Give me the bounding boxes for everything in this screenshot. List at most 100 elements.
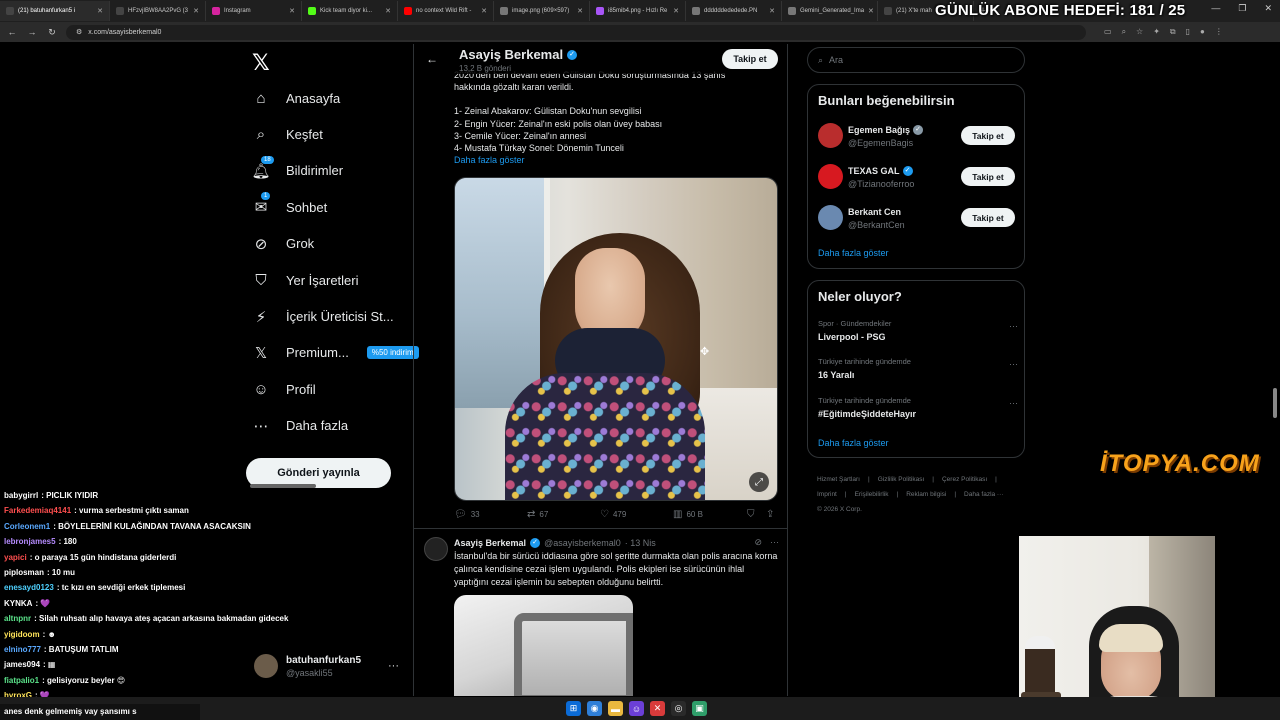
x-premium-icon: 𝕏 xyxy=(254,344,268,362)
zoom-icon[interactable]: ⌕ xyxy=(1122,27,1126,37)
nav-item-creator-studio[interactable]: ⚡ İçerik Üreticisi St... xyxy=(250,298,419,334)
nav-item-home[interactable]: ⌂ Anasayfa xyxy=(250,80,419,116)
nav-item-grok[interactable]: ⊘ Grok xyxy=(250,226,419,262)
close-icon[interactable]: ✕ xyxy=(769,7,775,15)
show-more-link[interactable]: Daha fazla göster xyxy=(818,248,889,258)
tweet-image[interactable] xyxy=(454,595,633,696)
retweet-button[interactable]: ⇄ 67 xyxy=(527,509,548,520)
close-icon[interactable]: ✕ xyxy=(289,7,295,15)
bell-icon: 🔔︎ 18 xyxy=(250,155,274,180)
show-more-link[interactable]: Daha fazla göster xyxy=(818,438,889,448)
extension-icon[interactable]: ✦ xyxy=(1153,27,1160,37)
trends-card: Neler oluyor? Spor · Gündemdekiler Liver… xyxy=(807,280,1025,458)
close-icon[interactable]: ✕ xyxy=(577,7,583,15)
sidebar-icon[interactable]: ▯ xyxy=(1186,27,1190,37)
suggested-user[interactable]: TEXAS GAL ✓ @Tizianooferroo Takip et xyxy=(818,162,1018,192)
nav-item-bookmarks[interactable]: ⛉ Yer İşaretleri xyxy=(250,262,419,298)
suggested-user[interactable]: Berkant Cen @BerkantCen Takip et xyxy=(818,203,1018,233)
like-button[interactable]: ♡ 479 xyxy=(600,509,626,520)
close-icon[interactable]: ✕ xyxy=(673,7,679,15)
more-icon[interactable]: ··· xyxy=(1009,359,1018,369)
maximize-icon[interactable]: ❐ xyxy=(1238,3,1246,14)
grok-icon[interactable]: ⊘ xyxy=(754,537,762,548)
chat-input[interactable]: anes denk gelmemiş vay şansımı s xyxy=(0,704,200,720)
close-icon[interactable]: ✕ xyxy=(481,7,487,15)
suggested-user[interactable]: Egemen Bağış ✓ @EgemenBagis Takip et xyxy=(818,121,1018,151)
windows-start-icon[interactable]: ⊞ xyxy=(566,701,581,716)
back-arrow-icon[interactable]: ← xyxy=(426,52,438,66)
reload-icon[interactable]: ↻ xyxy=(46,27,58,38)
discord-icon[interactable]: ☺ xyxy=(629,701,644,716)
trend-item[interactable]: Türkiye tarihinde gündemde #EğitimdeŞidd… xyxy=(818,396,1018,424)
close-icon[interactable]: ✕ xyxy=(385,7,391,15)
site-info-icon[interactable]: ⚙ xyxy=(76,28,82,36)
follow-button[interactable]: Takip et xyxy=(961,208,1015,227)
browser-tab[interactable]: Instagram ✕ xyxy=(206,1,302,21)
views-button[interactable]: ▥ 60 B xyxy=(673,509,703,520)
follow-button[interactable]: Takip et xyxy=(961,126,1015,145)
nav-item-explore[interactable]: ⌕ Keşfet xyxy=(250,116,419,152)
nav-item-profile[interactable]: ☺ Profil xyxy=(250,371,419,407)
nav-item-messages[interactable]: ✉ 1 Sohbet xyxy=(250,189,419,225)
bookmark-button[interactable]: ⛉ xyxy=(747,509,755,520)
expand-image-icon[interactable]: ⤢ xyxy=(749,472,769,492)
verified-icon: ✓ xyxy=(902,166,913,176)
browser-tab[interactable]: Gemini_Generated_Ima ✕ xyxy=(782,1,878,21)
browser-tab[interactable]: image.png (609×597) ✕ xyxy=(494,1,590,21)
account-more-icon[interactable]: ··· xyxy=(388,660,399,672)
puzzle-icon[interactable]: ⧉ xyxy=(1170,27,1176,37)
follow-button[interactable]: Takip et xyxy=(961,167,1015,186)
grok-icon: ⊘ xyxy=(254,235,268,253)
card-title: Bunları beğenebilirsin xyxy=(818,93,955,108)
chrome-icon[interactable]: ◉ xyxy=(587,701,602,716)
back-icon[interactable]: ← xyxy=(6,27,18,37)
chat-message: Corleonem1: BÖYLELERİNİ KULAĞINDAN TAVAN… xyxy=(4,521,251,531)
avatar[interactable] xyxy=(424,537,448,561)
chat-message: elnino777: BATUŞUM TATLIM xyxy=(4,644,119,654)
search-input[interactable]: ⌕ Ara xyxy=(807,47,1025,73)
url-field[interactable]: ⚙ x.com/asayisberkemal0 xyxy=(66,24,1086,40)
trend-item[interactable]: Spor · Gündemdekiler Liverpool - PSG ··· xyxy=(818,319,1018,347)
follow-button[interactable]: Takip et xyxy=(722,49,778,69)
share-button[interactable]: ⇪ xyxy=(766,509,774,520)
profile-avatar-icon[interactable]: ● xyxy=(1200,27,1205,37)
close-icon[interactable]: ✕ xyxy=(97,7,103,15)
verified-icon: ✓ xyxy=(530,537,541,548)
nav-item-premium[interactable]: 𝕏 Premium... %50 indirim xyxy=(250,335,419,371)
app-icon[interactable]: ✕ xyxy=(650,701,665,716)
browser-tab[interactable]: (21) batuhanfurkan5 i ✕ xyxy=(0,1,110,21)
tweet-text: 2020'den beri devam eden Gülistan Doku s… xyxy=(454,69,779,166)
browser-tab[interactable]: no context Wild Rift - ✕ xyxy=(398,1,494,21)
more-icon[interactable]: ··· xyxy=(770,537,779,548)
nav-item-notifications[interactable]: 🔔︎ 18 Bildirimler xyxy=(250,153,419,189)
retweet-icon: ⇄ xyxy=(527,509,536,520)
show-more-link[interactable]: Daha fazla göster xyxy=(454,154,779,166)
close-window-icon[interactable]: ✕ xyxy=(1264,3,1272,14)
browser-tab[interactable]: Kick team diyor ki... ✕ xyxy=(302,1,398,21)
browser-tab[interactable]: i85mib4.png - Hızlı Re ✕ xyxy=(590,1,686,21)
close-icon[interactable]: ✕ xyxy=(868,7,874,15)
tweet-image[interactable]: ⤢ xyxy=(454,177,778,501)
trend-item[interactable]: Türkiye tarihinde gündemde 16 Yaralı ··· xyxy=(818,357,1018,385)
tweet-author-handle[interactable]: @asayisberkemal0 xyxy=(544,538,621,548)
minimize-icon[interactable]: — xyxy=(1211,3,1220,14)
menu-icon[interactable]: ⋮ xyxy=(1215,27,1223,37)
browser-tab[interactable]: ddddddededede.PN ✕ xyxy=(686,1,782,21)
more-icon[interactable]: ··· xyxy=(1009,321,1018,331)
obs-icon[interactable]: ◎ xyxy=(671,701,686,716)
close-icon[interactable]: ✕ xyxy=(193,7,199,15)
forward-icon[interactable]: → xyxy=(26,27,38,37)
tweet-date[interactable]: · 13 Nis xyxy=(625,538,656,548)
star-icon[interactable]: ☆ xyxy=(1136,27,1143,37)
file-explorer-icon[interactable]: ▬ xyxy=(608,701,623,716)
nav-item-more[interactable]: ⋯ Daha fazla xyxy=(250,408,419,444)
tweet-author-name[interactable]: Asayiş Berkemal xyxy=(454,538,526,548)
scrollbar[interactable] xyxy=(1273,388,1277,418)
browser-tab[interactable]: HFzvjIBW8AA2PvG (3 ✕ xyxy=(110,1,206,21)
more-icon[interactable]: ··· xyxy=(1009,398,1018,408)
app-icon[interactable]: ▣ xyxy=(692,701,707,716)
bookmark-icon: ⛉ xyxy=(255,271,267,289)
x-logo-icon[interactable]: 𝕏 xyxy=(252,50,270,76)
reply-button[interactable]: 💬︎ 33 xyxy=(454,509,480,520)
cast-icon[interactable]: ▭ xyxy=(1104,27,1112,37)
